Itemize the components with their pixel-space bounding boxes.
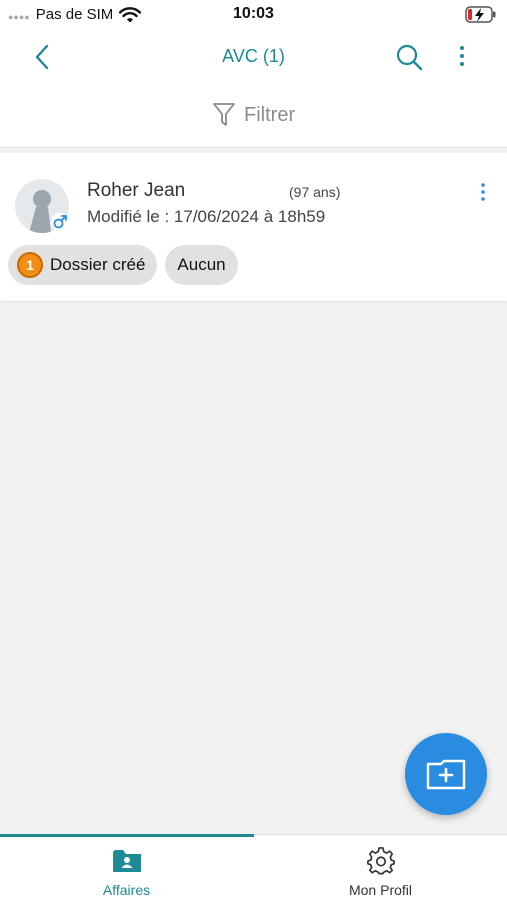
filter-label: Filtrer [244,103,296,126]
male-symbol-icon [51,213,69,231]
nav-bar: AVC (1) [0,30,507,84]
status-chip-dossier[interactable]: 1 Dossier créé [8,245,158,285]
patient-age: (97 ans) [289,184,341,200]
patient-list: Roher Jean (97 ans) Modifié le : 17/06/2… [0,148,507,834]
funnel-icon [213,103,235,126]
chip-label: Dossier créé [50,255,146,274]
chip-label: Aucun [177,255,226,274]
tab-affaires[interactable]: Affaires [0,835,253,900]
filter-button[interactable]: Filtrer [212,102,295,128]
gear-icon [366,847,395,875]
more-vertical-icon[interactable] [452,42,472,72]
tab-bar: Affaires Mon Profil [0,834,507,900]
folder-user-icon [112,850,141,872]
patient-modified-date: Modifié le : 17/06/2024 à 18h59 [87,207,326,226]
patient-name: Roher Jean [87,180,186,201]
status-time: 10:03 [233,5,274,22]
folder-plus-icon [426,759,466,790]
filter-bar: Filtrer [0,84,507,148]
battery-charging-icon [465,6,497,29]
add-folder-button[interactable] [405,733,487,815]
tab-label: Affaires [102,882,151,898]
search-icon[interactable] [394,42,424,72]
card-more-icon[interactable] [472,178,494,208]
status-bar: ●●●● Pas de SIM 10:03 [0,0,507,30]
tab-mon-profil[interactable]: Mon Profil [254,835,507,900]
step-badge: 1 [17,252,43,278]
patient-card[interactable]: Roher Jean (97 ans) Modifié le : 17/06/2… [0,153,507,301]
status-chip-aucun[interactable]: Aucun [165,245,238,285]
page-title: AVC (1) [222,46,285,66]
status-chips: 1 Dossier créé Aucun [8,245,246,285]
tab-label: Mon Profil [348,882,413,898]
